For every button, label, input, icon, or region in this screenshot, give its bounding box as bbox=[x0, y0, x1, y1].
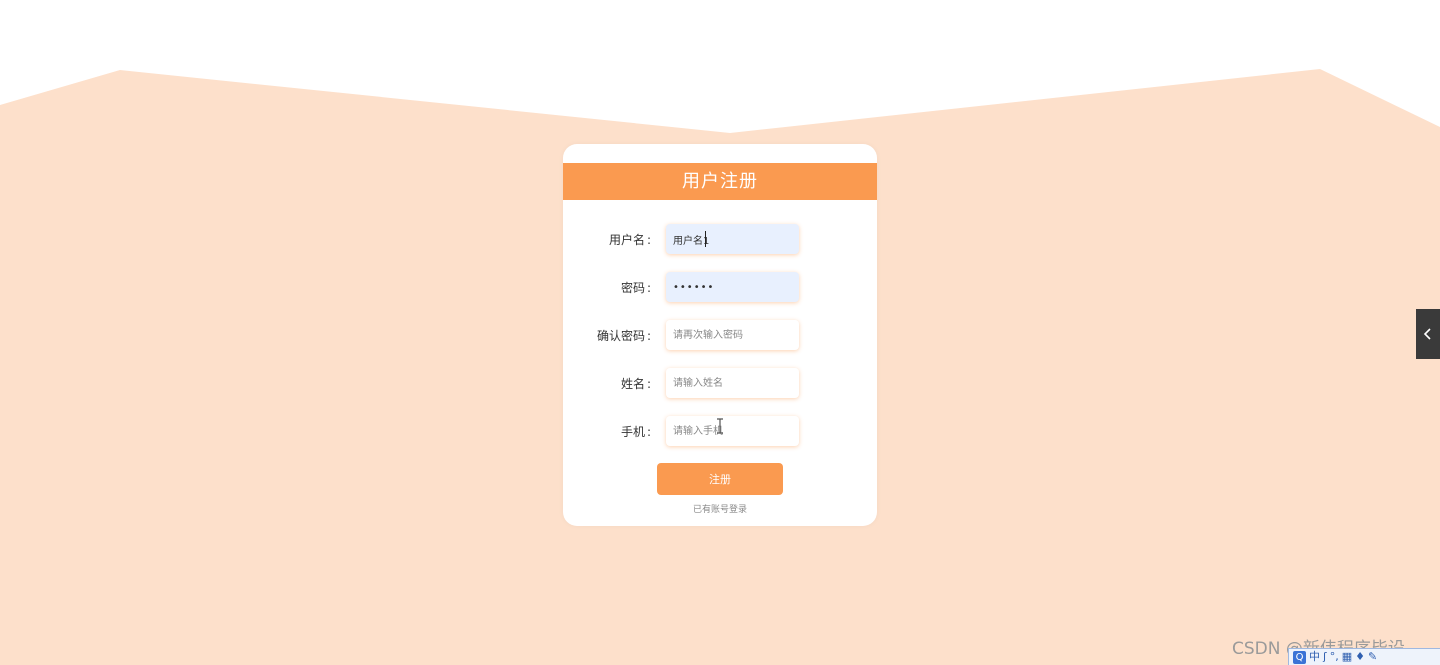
password-field[interactable] bbox=[666, 272, 799, 302]
text-caret bbox=[705, 231, 706, 247]
ime-logo-icon[interactable]: Q bbox=[1293, 650, 1306, 664]
confirm-password-label: 确认密码: bbox=[596, 329, 651, 343]
login-link[interactable]: 已有账号登录 bbox=[563, 502, 877, 515]
ime-toolbar: Q 中 ʃ °, ▦ ♦ ✎ bbox=[1288, 648, 1440, 665]
confirm-password-field[interactable] bbox=[666, 320, 799, 350]
ime-mode-toggle[interactable]: 中 bbox=[1309, 650, 1320, 664]
confirm-password-row: 确认密码: bbox=[563, 320, 877, 352]
phone-label: 手机: bbox=[620, 425, 651, 439]
page-title: 用户注册 bbox=[563, 163, 877, 200]
text-cursor-icon bbox=[717, 418, 723, 434]
password-label: 密码: bbox=[620, 281, 651, 295]
username-field[interactable] bbox=[666, 224, 799, 254]
name-row: 姓名: bbox=[563, 368, 877, 400]
side-panel-toggle[interactable] bbox=[1416, 309, 1440, 359]
register-button[interactable]: 注册 bbox=[657, 463, 783, 495]
password-row: 密码: bbox=[563, 272, 877, 304]
chevron-left-icon bbox=[1423, 328, 1431, 340]
ime-settings-icon[interactable]: ✎ bbox=[1368, 650, 1377, 664]
name-field[interactable] bbox=[666, 368, 799, 398]
register-card: 用户注册 用户名: 密码: 确认密码: 姓名: 手机: 注册 已有账号登录 bbox=[563, 144, 877, 526]
ime-skin-icon[interactable]: ♦ bbox=[1355, 650, 1365, 664]
ime-punct-toggle[interactable]: °, bbox=[1330, 650, 1339, 664]
username-row: 用户名: bbox=[563, 224, 877, 256]
username-label: 用户名: bbox=[608, 233, 651, 247]
phone-field[interactable] bbox=[666, 416, 799, 446]
ime-moon-icon[interactable]: ʃ bbox=[1323, 650, 1327, 664]
name-label: 姓名: bbox=[620, 377, 651, 391]
ime-keyboard-icon[interactable]: ▦ bbox=[1342, 650, 1352, 664]
